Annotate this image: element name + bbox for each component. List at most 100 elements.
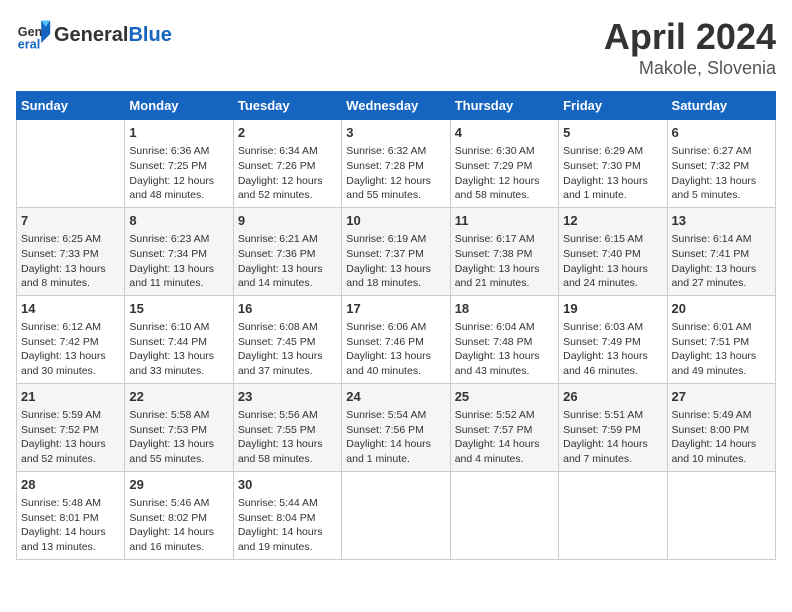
calendar-title: April 2024: [604, 16, 776, 58]
calendar-cell: 17 Sunrise: 6:06 AM Sunset: 7:46 PM Dayli…: [342, 295, 450, 383]
day-number: 10: [346, 212, 445, 230]
calendar-cell: 14 Sunrise: 6:12 AM Sunset: 7:42 PM Dayli…: [17, 295, 125, 383]
calendar-cell: 20 Sunrise: 6:01 AM Sunset: 7:51 PM Dayli…: [667, 295, 775, 383]
day-header-tuesday: Tuesday: [233, 92, 341, 120]
calendar-cell: 21Sunrise: 5:59 AM Sunset: 7:52 PM Dayli…: [17, 383, 125, 471]
logo: Gen eral GeneralBlue: [16, 16, 172, 52]
calendar-week-5: 28Sunrise: 5:48 AM Sunset: 8:01 PM Dayli…: [17, 471, 776, 559]
calendar-cell: 3 Sunrise: 6:32 AM Sunset: 7:28 PM Daylig…: [342, 120, 450, 208]
calendar-week-1: 1Sunrise: 6:36 AM Sunset: 7:25 PM Daylig…: [17, 120, 776, 208]
logo-icon: Gen eral: [16, 16, 52, 52]
day-info: Sunrise: 5:48 AM Sunset: 8:01 PM Dayligh…: [21, 496, 120, 555]
logo-blue: Blue: [128, 24, 171, 46]
day-number: 15: [129, 300, 228, 318]
day-info: Sunrise: 5:49 AM Sunset: 8:00 PM Dayligh…: [672, 408, 771, 467]
day-header-wednesday: Wednesday: [342, 92, 450, 120]
calendar-cell: [450, 471, 558, 559]
day-info: Sunrise: 6:30 AM Sunset: 7:29 PM Dayligh…: [455, 144, 554, 203]
day-number: 24: [346, 388, 445, 406]
day-number: 19: [563, 300, 662, 318]
calendar-cell: 9Sunrise: 6:21 AM Sunset: 7:36 PM Daylig…: [233, 207, 341, 295]
day-number: 22: [129, 388, 228, 406]
day-number: 8: [129, 212, 228, 230]
day-info: Sunrise: 6:32 AM Sunset: 7:28 PM Dayligh…: [346, 144, 445, 203]
day-info: Sunrise: 5:51 AM Sunset: 7:59 PM Dayligh…: [563, 408, 662, 467]
day-number: 26: [563, 388, 662, 406]
calendar-cell: 13 Sunrise: 6:14 AM Sunset: 7:41 PM Dayli…: [667, 207, 775, 295]
day-header-sunday: Sunday: [17, 92, 125, 120]
day-info: Sunrise: 6:21 AM Sunset: 7:36 PM Dayligh…: [238, 232, 337, 291]
day-number: 30: [238, 476, 337, 494]
day-info: Sunrise: 6:10 AM Sunset: 7:44 PM Dayligh…: [129, 320, 228, 379]
calendar-cell: 12Sunrise: 6:15 AM Sunset: 7:40 PM Dayli…: [559, 207, 667, 295]
calendar-cell: [667, 471, 775, 559]
calendar-week-2: 7 Sunrise: 6:25 AM Sunset: 7:33 PM Daylig…: [17, 207, 776, 295]
calendar-week-4: 21Sunrise: 5:59 AM Sunset: 7:52 PM Dayli…: [17, 383, 776, 471]
day-info: Sunrise: 6:17 AM Sunset: 7:38 PM Dayligh…: [455, 232, 554, 291]
calendar-cell: 10Sunrise: 6:19 AM Sunset: 7:37 PM Dayli…: [342, 207, 450, 295]
day-info: Sunrise: 6:23 AM Sunset: 7:34 PM Dayligh…: [129, 232, 228, 291]
day-number: 6: [672, 124, 771, 142]
day-info: Sunrise: 6:03 AM Sunset: 7:49 PM Dayligh…: [563, 320, 662, 379]
day-number: 20: [672, 300, 771, 318]
day-number: 13: [672, 212, 771, 230]
day-header-saturday: Saturday: [667, 92, 775, 120]
day-number: 2: [238, 124, 337, 142]
day-number: 25: [455, 388, 554, 406]
day-number: 4: [455, 124, 554, 142]
day-info: Sunrise: 6:25 AM Sunset: 7:33 PM Dayligh…: [21, 232, 120, 291]
day-number: 7: [21, 212, 120, 230]
logo-general: General: [54, 24, 128, 46]
calendar-cell: 18Sunrise: 6:04 AM Sunset: 7:48 PM Dayli…: [450, 295, 558, 383]
day-info: Sunrise: 5:46 AM Sunset: 8:02 PM Dayligh…: [129, 496, 228, 555]
day-info: Sunrise: 6:36 AM Sunset: 7:25 PM Dayligh…: [129, 144, 228, 203]
calendar-cell: 4 Sunrise: 6:30 AM Sunset: 7:29 PM Daylig…: [450, 120, 558, 208]
day-info: Sunrise: 6:08 AM Sunset: 7:45 PM Dayligh…: [238, 320, 337, 379]
calendar-cell: 19 Sunrise: 6:03 AM Sunset: 7:49 PM Dayli…: [559, 295, 667, 383]
calendar-cell: 1Sunrise: 6:36 AM Sunset: 7:25 PM Daylig…: [125, 120, 233, 208]
calendar-cell: [17, 120, 125, 208]
calendar-cell: [559, 471, 667, 559]
calendar-cell: 27 Sunrise: 5:49 AM Sunset: 8:00 PM Dayli…: [667, 383, 775, 471]
calendar-cell: 28Sunrise: 5:48 AM Sunset: 8:01 PM Dayli…: [17, 471, 125, 559]
calendar-cell: 24Sunrise: 5:54 AM Sunset: 7:56 PM Dayli…: [342, 383, 450, 471]
calendar-cell: 25 Sunrise: 5:52 AM Sunset: 7:57 PM Dayli…: [450, 383, 558, 471]
svg-text:eral: eral: [18, 37, 40, 51]
day-info: Sunrise: 6:12 AM Sunset: 7:42 PM Dayligh…: [21, 320, 120, 379]
day-info: Sunrise: 6:06 AM Sunset: 7:46 PM Dayligh…: [346, 320, 445, 379]
calendar-cell: [342, 471, 450, 559]
calendar-cell: 23 Sunrise: 5:56 AM Sunset: 7:55 PM Dayli…: [233, 383, 341, 471]
day-number: 23: [238, 388, 337, 406]
day-number: 18: [455, 300, 554, 318]
day-info: Sunrise: 5:58 AM Sunset: 7:53 PM Dayligh…: [129, 408, 228, 467]
page-header: Gen eral GeneralBlue April 2024 Makole, …: [16, 16, 776, 79]
calendar-cell: 5Sunrise: 6:29 AM Sunset: 7:30 PM Daylig…: [559, 120, 667, 208]
calendar-week-3: 14 Sunrise: 6:12 AM Sunset: 7:42 PM Dayli…: [17, 295, 776, 383]
day-number: 11: [455, 212, 554, 230]
day-info: Sunrise: 6:29 AM Sunset: 7:30 PM Dayligh…: [563, 144, 662, 203]
day-info: Sunrise: 5:56 AM Sunset: 7:55 PM Dayligh…: [238, 408, 337, 467]
day-number: 27: [672, 388, 771, 406]
day-info: Sunrise: 6:14 AM Sunset: 7:41 PM Dayligh…: [672, 232, 771, 291]
day-number: 29: [129, 476, 228, 494]
day-number: 14: [21, 300, 120, 318]
day-number: 17: [346, 300, 445, 318]
day-info: Sunrise: 6:27 AM Sunset: 7:32 PM Dayligh…: [672, 144, 771, 203]
day-number: 21: [21, 388, 120, 406]
calendar-cell: 8 Sunrise: 6:23 AM Sunset: 7:34 PM Daylig…: [125, 207, 233, 295]
day-info: Sunrise: 5:52 AM Sunset: 7:57 PM Dayligh…: [455, 408, 554, 467]
day-header-thursday: Thursday: [450, 92, 558, 120]
calendar-cell: 26 Sunrise: 5:51 AM Sunset: 7:59 PM Dayli…: [559, 383, 667, 471]
calendar-table: SundayMondayTuesdayWednesdayThursdayFrid…: [16, 91, 776, 560]
day-info: Sunrise: 6:34 AM Sunset: 7:26 PM Dayligh…: [238, 144, 337, 203]
day-number: 3: [346, 124, 445, 142]
day-info: Sunrise: 5:44 AM Sunset: 8:04 PM Dayligh…: [238, 496, 337, 555]
day-info: Sunrise: 6:15 AM Sunset: 7:40 PM Dayligh…: [563, 232, 662, 291]
calendar-cell: 7 Sunrise: 6:25 AM Sunset: 7:33 PM Daylig…: [17, 207, 125, 295]
calendar-cell: 2 Sunrise: 6:34 AM Sunset: 7:26 PM Daylig…: [233, 120, 341, 208]
calendar-cell: 15 Sunrise: 6:10 AM Sunset: 7:44 PM Dayli…: [125, 295, 233, 383]
day-info: Sunrise: 6:01 AM Sunset: 7:51 PM Dayligh…: [672, 320, 771, 379]
calendar-subtitle: Makole, Slovenia: [604, 58, 776, 79]
day-header-friday: Friday: [559, 92, 667, 120]
day-header-monday: Monday: [125, 92, 233, 120]
